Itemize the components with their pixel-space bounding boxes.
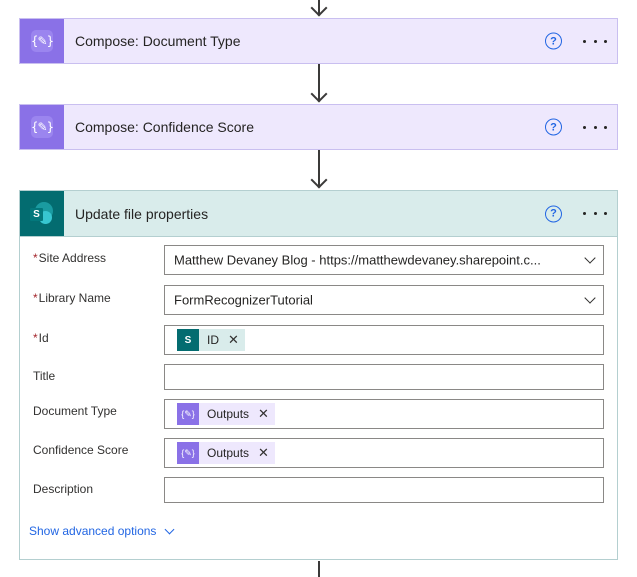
- help-icon[interactable]: ?: [545, 32, 562, 50]
- chevron-down-icon[interactable]: [584, 292, 596, 304]
- token-label: Outputs: [207, 407, 250, 421]
- help-icon[interactable]: ?: [545, 118, 562, 136]
- update-file-properties-card: S Update file properties ? *Site Address…: [19, 190, 618, 560]
- confidence-score-input[interactable]: {✎} Outputs ✕: [164, 438, 604, 468]
- confidence-score-label: Confidence Score: [33, 443, 129, 457]
- compose-document-type-card[interactable]: {✎} Compose: Document Type ?: [19, 18, 618, 64]
- chevron-down-icon[interactable]: [164, 524, 175, 534]
- compose-braces-icon: {✎}: [177, 403, 199, 425]
- help-icon[interactable]: ?: [545, 205, 562, 222]
- chevron-down-icon[interactable]: [584, 252, 596, 264]
- library-name-label: *Library Name: [33, 291, 111, 305]
- sharepoint-icon: S: [20, 191, 64, 236]
- more-options-icon[interactable]: [583, 119, 607, 135]
- document-type-input[interactable]: {✎} Outputs ✕: [164, 399, 604, 429]
- compose-braces-icon: {✎}: [31, 30, 54, 52]
- sharepoint-logo-icon: S: [30, 201, 54, 226]
- close-icon[interactable]: ✕: [228, 332, 239, 348]
- title-label: Title: [33, 369, 56, 383]
- card-header[interactable]: S Update file properties ?: [20, 191, 617, 237]
- description-label: Description: [33, 482, 94, 496]
- id-label: *Id: [33, 331, 49, 345]
- more-options-icon[interactable]: [583, 206, 607, 222]
- library-name-value: FormRecognizerTutorial: [174, 292, 313, 308]
- flow-arrow-icon: [310, 171, 328, 189]
- description-input[interactable]: [164, 477, 604, 503]
- id-input[interactable]: S ID ✕: [164, 325, 604, 355]
- site-address-label: *Site Address: [33, 251, 107, 265]
- title-input[interactable]: [164, 364, 604, 390]
- outputs-token[interactable]: {✎} Outputs ✕: [177, 442, 275, 464]
- token-label: ID: [207, 333, 219, 347]
- card-title[interactable]: Update file properties: [75, 206, 208, 222]
- library-name-dropdown[interactable]: FormRecognizerTutorial: [164, 285, 604, 315]
- sharepoint-icon: S: [177, 329, 199, 351]
- flow-arrow-icon: [310, 0, 328, 17]
- outputs-token[interactable]: {✎} Outputs ✕: [177, 403, 275, 425]
- site-address-value: Matthew Devaney Blog - https://matthewde…: [174, 252, 541, 268]
- compose-braces-icon: {✎}: [31, 116, 54, 138]
- close-icon[interactable]: ✕: [258, 445, 269, 461]
- compose-icon: {✎}: [20, 19, 64, 63]
- close-icon[interactable]: ✕: [258, 406, 269, 422]
- compose-confidence-score-card[interactable]: {✎} Compose: Confidence Score ?: [19, 104, 618, 150]
- show-advanced-options-link[interactable]: Show advanced options: [29, 524, 175, 538]
- card-title[interactable]: Compose: Confidence Score: [75, 119, 254, 135]
- flow-connector: [318, 561, 320, 577]
- compose-icon: {✎}: [20, 105, 64, 149]
- more-options-icon[interactable]: [583, 33, 607, 49]
- site-address-dropdown[interactable]: Matthew Devaney Blog - https://matthewde…: [164, 245, 604, 275]
- compose-braces-icon: {✎}: [177, 442, 199, 464]
- card-title[interactable]: Compose: Document Type: [75, 33, 241, 49]
- flow-arrow-icon: [310, 85, 328, 103]
- id-token[interactable]: S ID ✕: [177, 329, 245, 351]
- token-label: Outputs: [207, 446, 250, 460]
- document-type-label: Document Type: [33, 404, 117, 418]
